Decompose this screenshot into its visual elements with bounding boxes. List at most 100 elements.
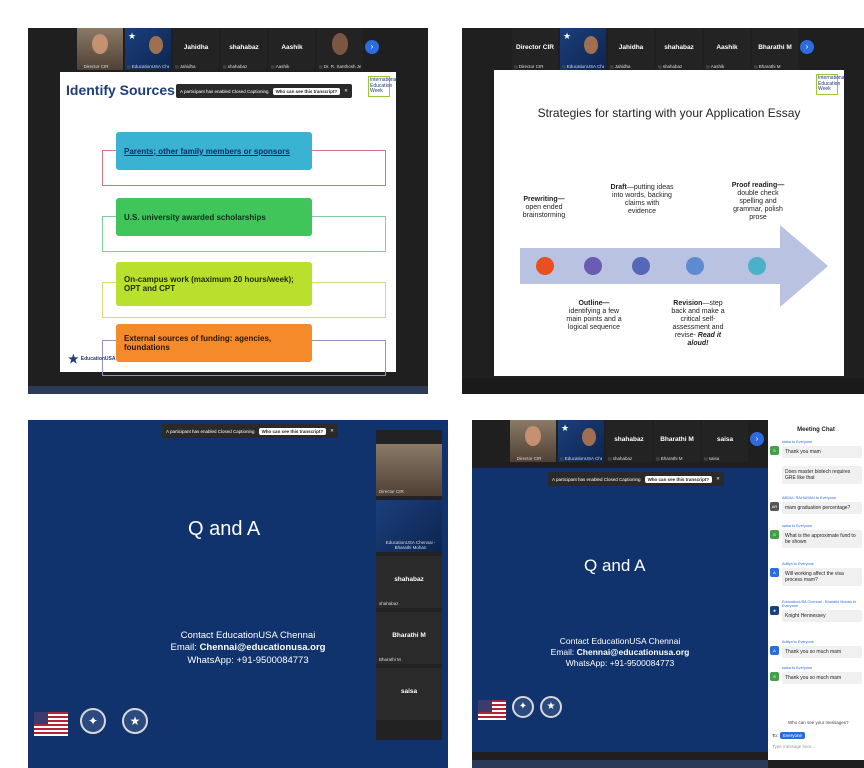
video-thumbnail <box>149 36 163 54</box>
email-address: Chennai@educationusa.org <box>199 642 326 654</box>
chat-message: saisa to Everyone S Thank you mam <box>770 440 862 458</box>
participant-tile[interactable]: shahabaz shahabaz <box>656 28 702 70</box>
participant-tile[interactable]: Aashik Aashik <box>704 28 750 70</box>
video-thumbnail <box>584 36 598 54</box>
step-dot <box>632 257 650 275</box>
avatar: A <box>770 646 779 655</box>
star-icon: ★ <box>128 31 137 41</box>
taskbar <box>472 760 768 768</box>
zoom-window-qa: A participant has enabled Closed Caption… <box>28 420 448 768</box>
educationusa-seal-icon: ★ <box>122 708 148 734</box>
contact-info: Contact EducationUSA Chennai Email: Chen… <box>170 630 326 666</box>
close-icon[interactable]: ✕ <box>716 476 720 482</box>
chat-message: Aditya to Everyone A Will working affect t… <box>770 562 862 586</box>
step-outline: Outline— identifying a few main points an… <box>566 300 622 332</box>
participant-tile[interactable]: Director CIR <box>376 444 442 496</box>
taskbar <box>28 386 428 394</box>
participant-tile[interactable]: ★EducationUSA Chennai - S... <box>558 420 604 462</box>
participant-tile[interactable]: Dr. R. Santhosh Jeeven <box>317 28 363 70</box>
funding-item: External sources of funding: agencies, f… <box>116 324 312 362</box>
step-draft: Draft—putting ideas into words, backing … <box>610 184 674 216</box>
participant-tile[interactable]: shahabazshahabaz <box>376 556 442 608</box>
participant-label: Jahidha <box>175 64 217 69</box>
chat-input[interactable]: Type message here... <box>772 744 815 749</box>
participant-tile[interactable]: Bharathi M Bharathi M <box>752 28 798 70</box>
participant-tile[interactable]: Bharathi MBharathi M <box>376 612 442 664</box>
avatar: S <box>770 446 779 455</box>
star-icon: ★ <box>561 423 570 433</box>
ie-week-logo: International Education Week <box>368 76 398 97</box>
zoom-window-qa-chat: Director CIR ★EducationUSA Chennai - S..… <box>472 420 864 768</box>
participant-tile[interactable]: Bharathi MBharathi M <box>654 420 700 462</box>
shared-slide: A participant has enabled Closed Caption… <box>472 468 768 752</box>
us-flag-icon <box>34 712 68 736</box>
step-revision: Revision—step back and make a critical s… <box>671 300 725 348</box>
participant-tile[interactable]: Director CIR Director CIR <box>512 28 558 70</box>
participant-sidebar: Director CIR EducationUSA Chennai - Bhar… <box>376 430 442 740</box>
chat-message: saisa to Everyone S Thank you so much mam <box>770 666 862 684</box>
participant-tile[interactable]: Aashik Aashik <box>269 28 315 70</box>
educationusa-seal-icon: ★ <box>540 696 562 718</box>
step-dot <box>536 257 554 275</box>
meeting-chat-panel: Meeting Chat saisa to Everyone S Thank you… <box>768 420 864 760</box>
who-can-see-transcript-button[interactable]: Who can see this transcript? <box>644 475 713 483</box>
participant-tile[interactable]: ★EducationUSA Chennai - S... <box>125 28 171 70</box>
state-department-seal-icon: ✦ <box>80 708 106 734</box>
avatar: A <box>770 568 779 577</box>
next-page-button[interactable]: › <box>365 40 379 54</box>
state-department-seal-icon: ✦ <box>512 696 534 718</box>
ie-week-logo: International Education Week <box>816 74 846 95</box>
participant-tile[interactable]: saisasaisa <box>702 420 748 462</box>
step-dot <box>584 257 602 275</box>
star-icon: ★ <box>563 31 572 41</box>
contact-info: Contact EducationUSA Chennai Email: Chen… <box>550 636 690 669</box>
participant-tile[interactable]: EducationUSA Chennai - Bharathi Mohan <box>376 500 442 552</box>
slide-title: Strategies for starting with your Applic… <box>537 106 801 120</box>
participant-label: shahabaz <box>658 64 700 69</box>
chat-message: Does master biotech requires GRE like th… <box>770 464 862 484</box>
shared-slide: Identify Sources of Funding Internationa… <box>60 72 398 376</box>
participant-label: Director CIR <box>79 64 121 69</box>
participant-label: EducationUSA Chennai - S... <box>562 64 604 69</box>
participant-tile[interactable]: saisa <box>376 668 442 720</box>
chat-recipient: To: Everyone <box>772 732 806 739</box>
next-page-button[interactable]: › <box>800 40 814 54</box>
meeting-toolbar <box>462 378 864 394</box>
participant-tile[interactable]: Director CIR <box>510 420 556 462</box>
participant-tile[interactable]: shahabazshahabaz <box>221 28 267 70</box>
participant-label: Aashik <box>706 64 748 69</box>
participant-label: Jahidha <box>610 64 652 69</box>
avatar: AR <box>770 502 779 511</box>
participant-name: shahabaz <box>229 44 259 51</box>
close-icon[interactable]: ✕ <box>344 88 348 94</box>
who-can-see-transcript-button[interactable]: Who can see this transcript? <box>272 87 341 95</box>
participant-tile[interactable]: ★ EducationUSA Chennai - S... <box>560 28 606 70</box>
next-page-button[interactable]: › <box>750 432 764 446</box>
participant-tile[interactable]: Jahidha Jahidha <box>173 28 219 70</box>
participant-name: Jahidha <box>183 44 209 51</box>
step-dot <box>748 257 766 275</box>
participant-name: shahabaz <box>664 44 694 51</box>
participant-name: Bharathi M <box>758 44 792 51</box>
funding-item: U.S. university awarded scholarships <box>116 198 312 236</box>
participant-label: Aashik <box>271 64 313 69</box>
participant-name: Aashik <box>716 44 738 51</box>
avatar: ★ <box>770 606 779 615</box>
participant-tile[interactable]: shahabazshahabaz <box>606 420 652 462</box>
who-can-see-transcript-button[interactable]: Who can see this transcript? <box>258 427 327 435</box>
participant-label: Bharathi M <box>754 64 796 69</box>
participant-name: Jahidha <box>618 44 644 51</box>
zoom-window-essay: Director CIR Director CIR ★ EducationUSA C… <box>462 28 864 394</box>
participant-tile[interactable]: Jahidha Jahidha <box>608 28 654 70</box>
participant-name: Director CIR <box>516 44 554 51</box>
close-icon[interactable]: ✕ <box>330 428 334 434</box>
video-thumbnail <box>582 428 596 446</box>
step-proof-reading: Proof reading— double check spelling and … <box>731 182 785 222</box>
recipient-dropdown[interactable]: Everyone <box>780 732 806 739</box>
chat-message: EducationUSA Chennai - Bharathi Mohan to… <box>770 600 862 622</box>
chat-message: Aditya to Everyone A Thank you so much mam <box>770 640 862 658</box>
who-can-see-messages-link[interactable]: Who can see your messages? <box>788 720 849 725</box>
avatar: S <box>770 530 779 539</box>
participant-label: Dr. R. Santhosh Jeeven <box>319 64 361 69</box>
participant-tile[interactable]: Director CIR <box>77 28 123 70</box>
